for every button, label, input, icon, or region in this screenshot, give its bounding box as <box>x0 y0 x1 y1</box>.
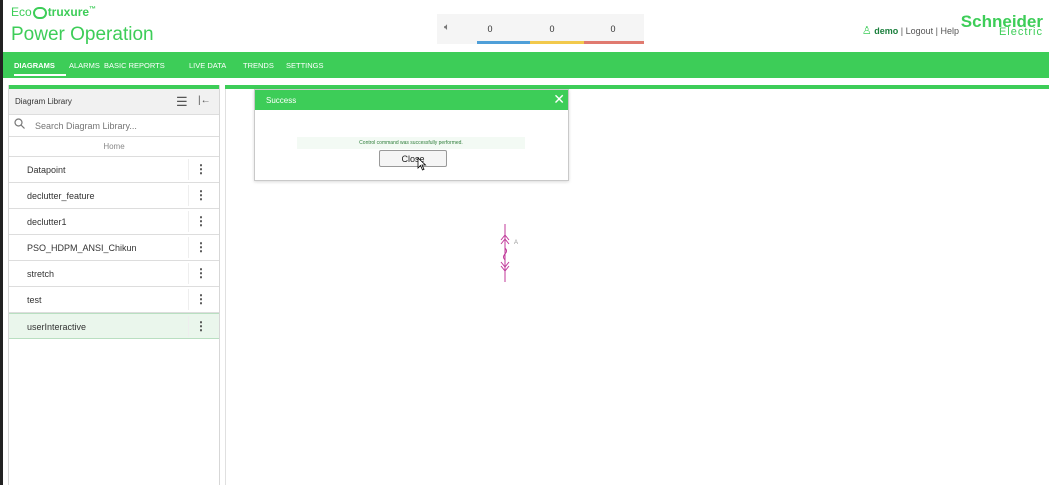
alarm-count-medium[interactable]: 0 <box>537 24 567 34</box>
one-line-diagram-switch[interactable]: A <box>495 220 525 285</box>
nav-diagrams[interactable]: DIAGRAMS <box>14 61 55 70</box>
list-item[interactable]: Datapoint ⋮ <box>9 157 219 183</box>
user-area: ♙ demo | Logout | Help <box>861 25 959 37</box>
dialog-message: Control command was successfully perform… <box>297 137 525 149</box>
speaker-icon[interactable]: 🔈︎ <box>444 22 450 33</box>
more-options-icon[interactable]: ⋮ <box>188 263 213 284</box>
alarm-bar-yellow <box>530 41 584 44</box>
list-item[interactable]: declutter_feature ⋮ <box>9 183 219 209</box>
diagram-label: A <box>514 240 518 246</box>
panel-title: Diagram Library <box>15 97 72 106</box>
collapse-panel-icon[interactable]: |← <box>198 95 211 106</box>
list-item[interactable]: PSO_HDPM_ANSI_Chikun ⋮ <box>9 235 219 261</box>
success-dialog: Success ✕ Control command was successful… <box>254 89 569 181</box>
list-item-selected[interactable]: userInteractive ⋮ <box>9 313 219 339</box>
schneider-electric-logo: Schneider Electric <box>960 12 1043 38</box>
alarm-bar-red <box>584 41 644 44</box>
nav-settings[interactable]: SETTINGS <box>286 61 324 70</box>
logout-link[interactable]: Logout <box>906 26 934 36</box>
more-options-icon[interactable]: ⋮ <box>188 159 213 180</box>
more-options-icon[interactable]: ⋮ <box>188 211 213 232</box>
dialog-title: Success <box>266 96 297 105</box>
product-name: Power Operation <box>11 24 154 45</box>
alarm-summary[interactable]: 🔈︎ 0 0 0 <box>437 14 644 44</box>
hamburger-menu-icon[interactable]: ☰ <box>176 94 188 110</box>
list-item[interactable]: declutter1 ⋮ <box>9 209 219 235</box>
alarm-count-low[interactable]: 0 <box>598 24 628 34</box>
list-item[interactable]: test ⋮ <box>9 287 219 313</box>
active-tab-indicator <box>14 74 66 76</box>
nav-basic-reports[interactable]: BASIC REPORTS <box>104 61 165 70</box>
search-icon <box>14 118 25 132</box>
nav-trends[interactable]: TRENDS <box>243 61 274 70</box>
ecostruxure-logo: Eco truxure™ <box>11 5 97 19</box>
list-item[interactable]: stretch ⋮ <box>9 261 219 287</box>
panel-header: Diagram Library ☰ |← <box>9 89 219 115</box>
dialog-titlebar: Success ✕ <box>255 90 568 110</box>
canvas-divider <box>225 89 226 485</box>
close-icon[interactable]: ✕ <box>553 90 565 108</box>
diagram-library-panel: Diagram Library ☰ |← Home Datapoint ⋮ de… <box>8 85 220 485</box>
search-bar <box>9 114 219 137</box>
more-options-icon[interactable]: ⋮ <box>188 316 213 337</box>
nav-alarms[interactable]: ALARMS <box>69 61 100 70</box>
mouse-cursor-icon <box>417 157 427 171</box>
user-icon: ♙ <box>861 25 872 37</box>
close-button[interactable]: Close <box>379 150 447 167</box>
main-nav: DIAGRAMS ALARMS BASIC REPORTS LIVE DATA … <box>3 52 1049 78</box>
alarm-count-high[interactable]: 0 <box>475 24 505 34</box>
home-breadcrumb[interactable]: Home <box>9 137 219 157</box>
more-options-icon[interactable]: ⋮ <box>188 237 213 258</box>
app-header: Eco truxure™ Power Operation 🔈︎ 0 0 0 ♙ d… <box>3 0 1049 52</box>
nav-live-data[interactable]: LIVE DATA <box>189 61 226 70</box>
more-options-icon[interactable]: ⋮ <box>188 289 213 310</box>
help-link[interactable]: Help <box>940 26 959 36</box>
more-options-icon[interactable]: ⋮ <box>188 185 213 206</box>
alarm-bar-blue <box>477 41 530 44</box>
user-name[interactable]: demo <box>874 26 898 36</box>
diagram-list: Datapoint ⋮ declutter_feature ⋮ declutte… <box>9 157 219 339</box>
ecostruxure-mark-icon <box>32 7 47 19</box>
search-input[interactable] <box>33 117 217 135</box>
